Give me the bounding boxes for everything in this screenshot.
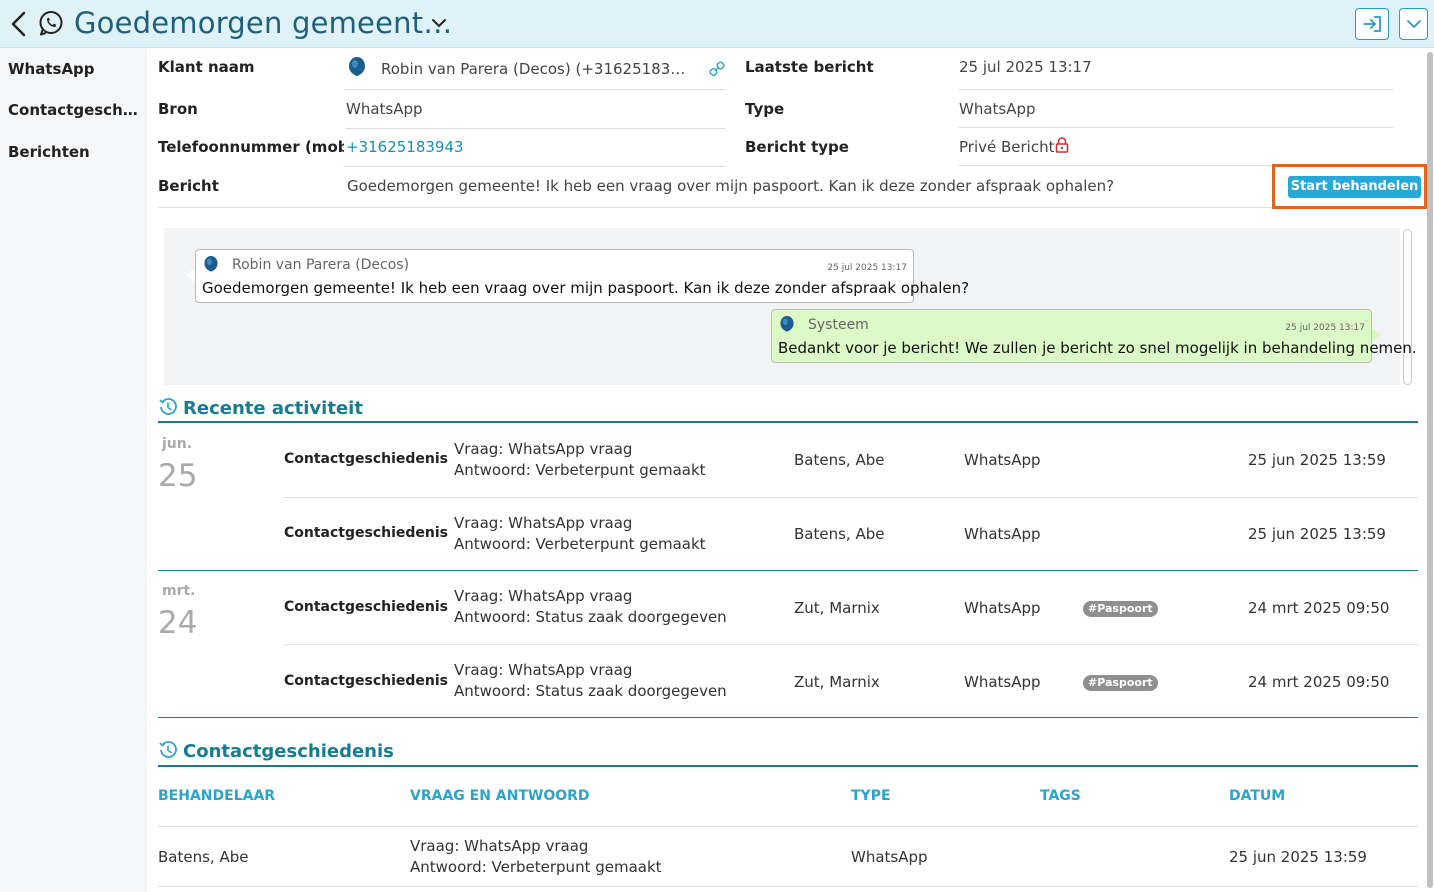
avatar-icon xyxy=(204,256,218,272)
column-header[interactable]: TAGS xyxy=(1040,788,1081,804)
row-divider xyxy=(158,826,1418,827)
tag-badge[interactable]: #Paspoort xyxy=(1083,675,1158,691)
activity-qa: Vraag: WhatsApp vraag Antwoord: Verbeterp… xyxy=(454,514,706,553)
message-text: Bedankt voor je bericht! We zullen je be… xyxy=(778,339,1417,357)
row-divider xyxy=(158,886,1418,887)
activity-qa: Vraag: WhatsApp vraag Antwoord: Status za… xyxy=(454,587,727,626)
telefoon-value[interactable]: +31625183943 xyxy=(346,138,464,156)
telefoon-label: Telefoonnummer (mob… xyxy=(158,138,344,156)
bubble-tail xyxy=(186,268,195,282)
table-cell-type: WhatsApp xyxy=(851,848,928,866)
activity-kind[interactable]: Contactgeschiedenis xyxy=(284,673,448,689)
chevron-left-icon[interactable] xyxy=(8,10,30,38)
bericht-type-label: Bericht type xyxy=(745,138,849,156)
lock-icon xyxy=(1055,137,1069,153)
chevron-down-icon xyxy=(1406,20,1421,29)
group-divider xyxy=(158,570,1418,571)
divider xyxy=(345,89,725,90)
chat-scrollbar[interactable] xyxy=(1403,229,1412,385)
activity-kind[interactable]: Contactgeschiedenis xyxy=(284,525,448,541)
table-cell-qa: Vraag: WhatsApp vraag Antwoord: Verbeterp… xyxy=(410,837,662,876)
activity-qa: Vraag: WhatsApp vraag Antwoord: Status za… xyxy=(454,661,727,700)
table-cell-behandelaar: Batens, Abe xyxy=(158,848,249,866)
activity-qa: Vraag: WhatsApp vraag Antwoord: Verbeterp… xyxy=(454,440,706,479)
sidebar-item-whatsapp[interactable]: WhatsApp xyxy=(8,60,140,78)
column-header[interactable]: BEHANDELAAR xyxy=(158,788,275,804)
bericht-value: Goedemorgen gemeente! Ik heb een vraag o… xyxy=(347,177,1115,195)
activity-channel: WhatsApp xyxy=(964,673,1041,691)
activity-person: Batens, Abe xyxy=(794,451,885,469)
type-label: Type xyxy=(745,100,785,118)
type-value: WhatsApp xyxy=(959,100,1036,118)
bericht-type-value: Privé Bericht xyxy=(959,138,1055,156)
divider xyxy=(959,89,1393,90)
start-behandelen-button[interactable]: Start behandelen xyxy=(1288,176,1421,198)
message-sender: Systeem xyxy=(808,317,869,333)
column-header[interactable]: DATUM xyxy=(1229,788,1285,804)
avatar-icon xyxy=(349,57,365,76)
activity-date: 25 jun 2025 13:59 xyxy=(1248,525,1386,543)
link-icon[interactable] xyxy=(709,61,725,77)
activity-kind[interactable]: Contactgeschiedenis xyxy=(284,599,448,615)
bron-label: Bron xyxy=(158,100,198,118)
activity-person: Zut, Marnix xyxy=(794,673,880,691)
page-title: Goedemorgen gemeent… xyxy=(74,6,453,40)
exit-icon xyxy=(1363,16,1381,32)
avatar-icon xyxy=(780,316,794,332)
divider xyxy=(959,127,1393,128)
divider xyxy=(158,207,1426,208)
group-day: 25 xyxy=(158,458,198,494)
chat-message-outgoing: Systeem 25 jul 2025 13:17 Bedankt voor j… xyxy=(771,309,1417,363)
chevron-down-icon[interactable] xyxy=(430,16,448,30)
row-divider xyxy=(284,644,1418,645)
row-divider xyxy=(284,497,1418,498)
scrollbar-thumb[interactable] xyxy=(1427,52,1433,888)
divider xyxy=(345,128,725,129)
message-time: 25 jul 2025 13:17 xyxy=(1285,323,1365,333)
group-divider xyxy=(158,717,1418,718)
column-header[interactable]: VRAAG EN ANTWOORD xyxy=(410,788,590,804)
activity-date: 24 mrt 2025 09:50 xyxy=(1248,673,1390,691)
sidebar-item-berichten[interactable]: Berichten xyxy=(8,143,140,161)
tag-badge[interactable]: #Paspoort xyxy=(1083,601,1158,617)
activity-date: 24 mrt 2025 09:50 xyxy=(1248,599,1390,617)
history-icon xyxy=(159,741,177,758)
section-divider xyxy=(158,765,1418,767)
activity-date: 25 jun 2025 13:59 xyxy=(1248,451,1386,469)
whatsapp-icon xyxy=(39,11,63,36)
activity-person: Batens, Abe xyxy=(794,525,885,543)
chat-message-incoming: Robin van Parera (Decos) 25 jul 2025 13:… xyxy=(195,249,969,303)
activity-channel: WhatsApp xyxy=(964,525,1041,543)
activity-channel: WhatsApp xyxy=(964,599,1041,617)
activity-channel: WhatsApp xyxy=(964,451,1041,469)
klant-label: Klant naam xyxy=(158,58,255,76)
column-header[interactable]: TYPE xyxy=(851,788,891,804)
section-divider xyxy=(158,421,1418,423)
message-time: 25 jul 2025 13:17 xyxy=(827,263,907,273)
laatste-bericht-value: 25 jul 2025 13:17 xyxy=(959,58,1092,76)
recente-activiteit-title: Recente activiteit xyxy=(183,398,363,419)
divider xyxy=(345,166,725,167)
more-button[interactable] xyxy=(1399,8,1428,40)
bericht-label: Bericht xyxy=(158,177,219,195)
sidebar: WhatsApp Contactgeschiedenis Berichten xyxy=(0,48,147,892)
group-month: mrt. xyxy=(162,583,196,599)
message-sender: Robin van Parera (Decos) xyxy=(232,257,410,273)
message-text: Goedemorgen gemeente! Ik heb een vraag o… xyxy=(202,279,970,297)
group-month: jun. xyxy=(162,436,193,452)
exit-button[interactable] xyxy=(1355,8,1389,40)
activity-kind[interactable]: Contactgeschiedenis xyxy=(284,451,448,467)
table-cell-datum: 25 jun 2025 13:59 xyxy=(1229,848,1367,866)
group-day: 24 xyxy=(158,605,198,641)
laatste-bericht-label: Laatste bericht xyxy=(745,58,874,76)
bron-value: WhatsApp xyxy=(346,100,423,118)
sidebar-item-contactgeschiedenis[interactable]: Contactgeschiedenis xyxy=(8,101,140,119)
bubble-tail xyxy=(1372,328,1381,342)
contactgeschiedenis-title: Contactgeschiedenis xyxy=(183,741,394,762)
history-icon xyxy=(159,398,177,415)
klant-value[interactable]: Robin van Parera (Decos) (+31625183… xyxy=(381,60,685,78)
activity-person: Zut, Marnix xyxy=(794,599,880,617)
app-header: Goedemorgen gemeent… xyxy=(0,0,1434,48)
